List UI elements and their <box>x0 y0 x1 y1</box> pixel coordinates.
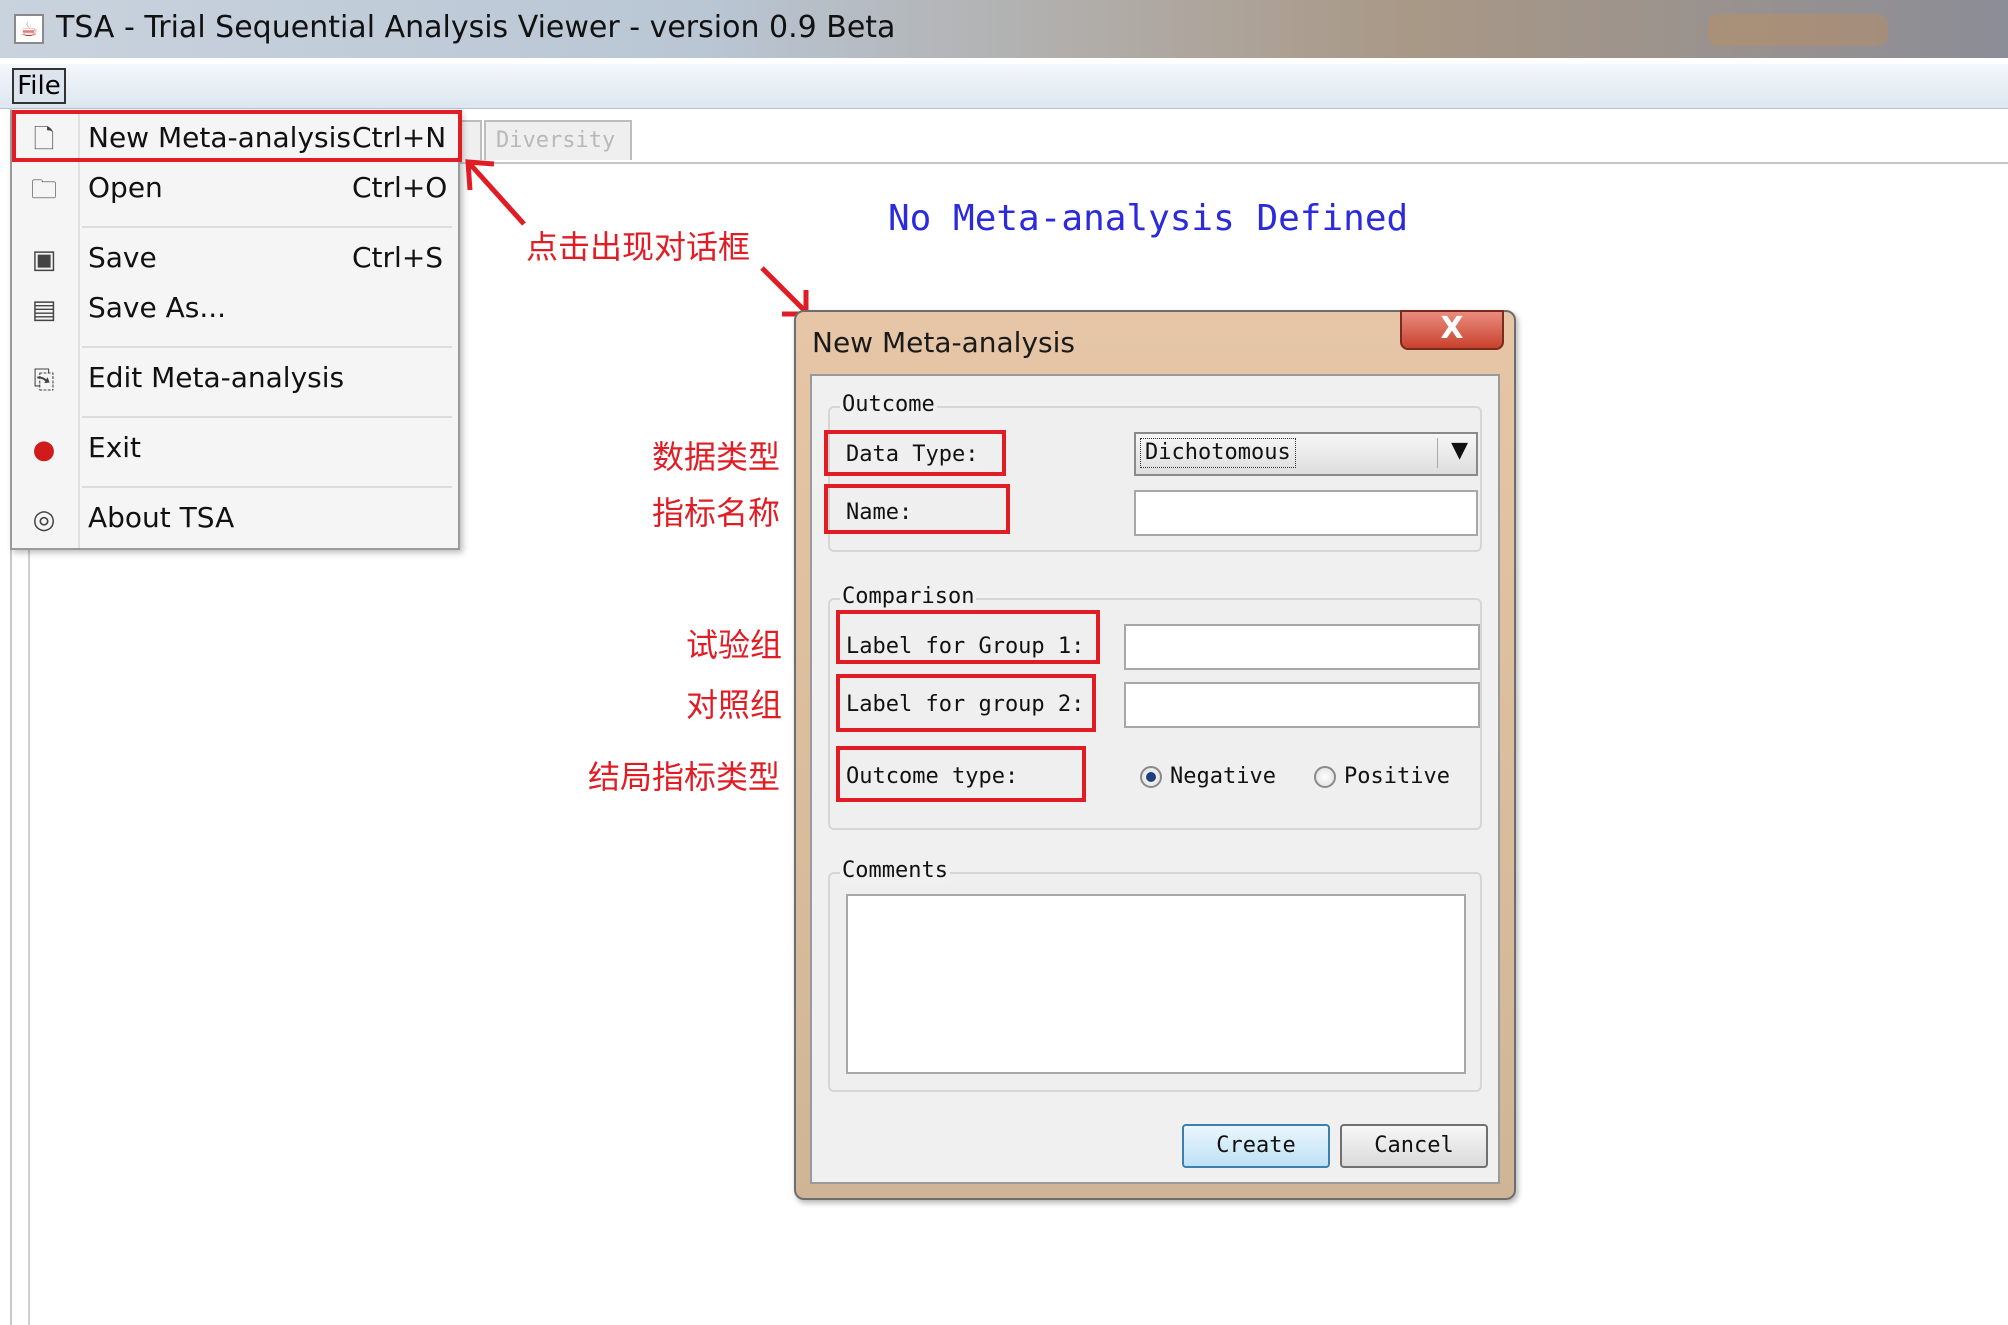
menu-item-label: Save As... <box>88 291 227 324</box>
menu-separator <box>82 416 452 418</box>
menu-item-exit[interactable]: ● Exit <box>12 426 458 472</box>
menu-item-label: Edit Meta-analysis <box>88 361 345 394</box>
java-app-icon: ☕ <box>14 14 44 44</box>
highlight-group2 <box>836 674 1096 732</box>
menu-item-save[interactable]: ▣ Save Ctrl+S <box>12 236 458 282</box>
highlight-outcome-type <box>836 746 1086 802</box>
outcome-legend: Outcome <box>840 392 937 417</box>
comparison-legend: Comparison <box>840 584 977 609</box>
menu-item-save-as[interactable]: ▤ Save As... <box>12 286 458 332</box>
edit-document-icon: ⎘ <box>33 365 55 395</box>
menu-separator <box>82 486 452 488</box>
window-controls[interactable] <box>1708 14 1888 46</box>
highlight-new-meta-analysis <box>12 110 462 162</box>
create-button[interactable]: Create <box>1182 1124 1330 1168</box>
file-menu-dropdown: 🗋 New Meta-analysis Ctrl+N 🗀 Open Ctrl+O… <box>10 110 460 550</box>
menu-file[interactable]: File <box>12 68 66 104</box>
data-type-value: Dichotomous <box>1140 438 1296 468</box>
group1-input[interactable] <box>1124 624 1480 670</box>
comments-textarea[interactable] <box>846 894 1466 1074</box>
comments-legend: Comments <box>840 858 950 883</box>
menu-item-label: Save <box>88 241 157 274</box>
highlight-name <box>824 484 1010 534</box>
comments-group: Comments <box>828 858 1482 1092</box>
menu-separator <box>82 346 452 348</box>
save-as-icon: ▤ <box>31 295 57 325</box>
annotation-outcome-type: 结局指标类型 <box>588 758 781 796</box>
open-folder-icon: 🗀 <box>30 175 57 205</box>
menu-item-edit-meta-analysis[interactable]: ⎘ Edit Meta-analysis <box>12 356 458 402</box>
cancel-button[interactable]: Cancel <box>1340 1124 1488 1168</box>
dialog-title: New Meta-analysis <box>812 326 1075 359</box>
menu-item-label: Exit <box>88 431 142 464</box>
menu-item-open[interactable]: 🗀 Open Ctrl+O <box>12 166 458 212</box>
menubar: File <box>0 64 2008 109</box>
status-message: No Meta-analysis Defined <box>888 198 1409 239</box>
window-title: TSA - Trial Sequential Analysis Viewer -… <box>56 10 896 45</box>
about-icon: ◎ <box>32 505 56 535</box>
annotation-data-type: 数据类型 <box>652 438 781 476</box>
menu-item-label: About TSA <box>88 501 235 534</box>
data-type-select[interactable]: Dichotomous ▼ <box>1134 432 1478 476</box>
name-input[interactable] <box>1134 490 1478 536</box>
highlight-data-type <box>824 430 1006 476</box>
menu-item-accelerator: Ctrl+O <box>352 171 448 204</box>
radio-positive[interactable] <box>1314 766 1336 788</box>
menu-item-accelerator: Ctrl+S <box>352 241 444 274</box>
annotation-name: 指标名称 <box>652 494 781 532</box>
save-disk-icon: ▣ <box>31 245 57 275</box>
chevron-down-icon: ▼ <box>1451 438 1468 463</box>
arrow-to-menu-item <box>465 159 526 226</box>
menu-item-about-tsa[interactable]: ◎ About TSA <box>12 496 458 542</box>
window-titlebar: ☕ TSA - Trial Sequential Analysis Viewer… <box>0 0 2008 58</box>
group2-input[interactable] <box>1124 682 1480 728</box>
radio-negative-label: Negative <box>1170 764 1276 789</box>
select-divider <box>1437 438 1438 468</box>
annotation-click-dialog: 点击出现对话框 <box>526 228 751 266</box>
menu-separator <box>82 226 452 228</box>
close-button[interactable]: X <box>1400 310 1504 350</box>
menu-item-label: Open <box>88 171 163 204</box>
radio-negative[interactable] <box>1140 766 1162 788</box>
exit-icon: ● <box>32 435 56 465</box>
radio-positive-label: Positive <box>1344 764 1450 789</box>
highlight-group1 <box>836 610 1100 664</box>
annotation-group1: 试验组 <box>686 626 783 664</box>
annotation-group2: 对照组 <box>686 686 783 724</box>
